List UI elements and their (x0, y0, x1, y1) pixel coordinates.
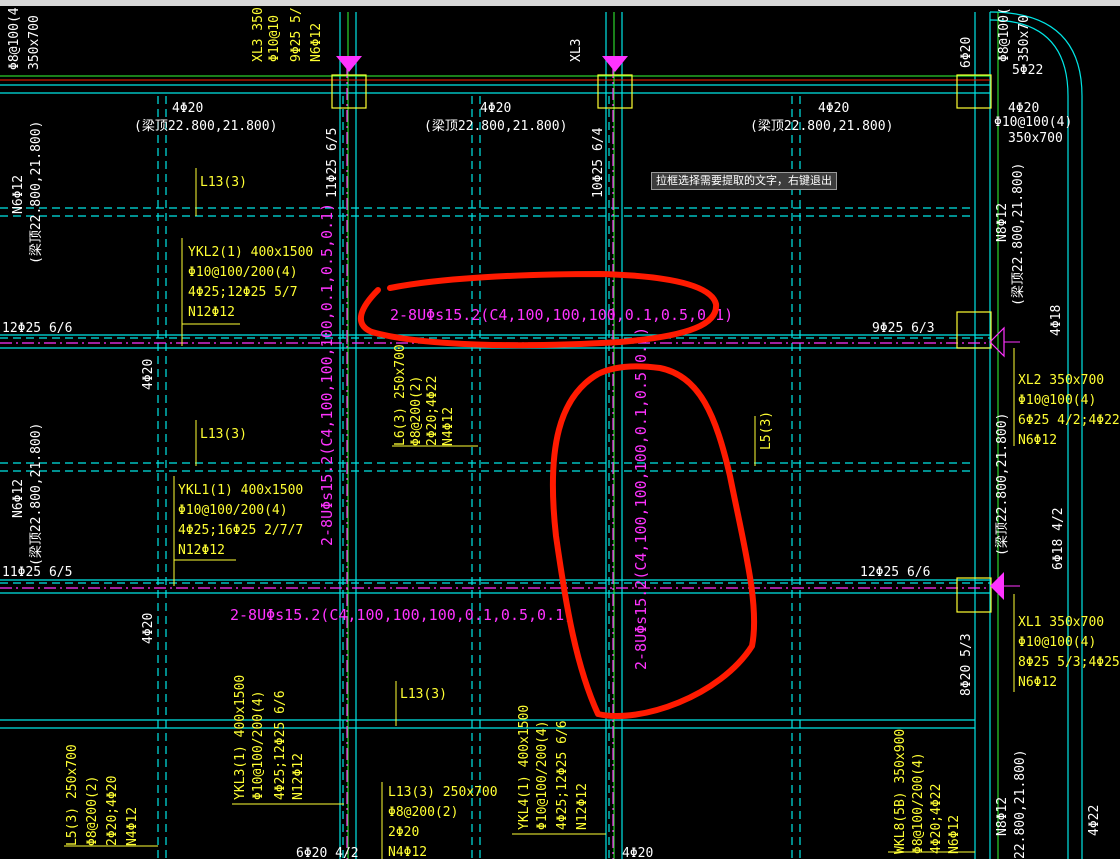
top-4phi20-c: 4Φ20 (818, 101, 849, 116)
l13d-main: 2Φ20 (388, 825, 419, 840)
ykl2-waist: N12Φ12 (188, 305, 235, 320)
cad-drawing-canvas[interactable]: XL3 350 Φ10@10 9Φ25 5/ N6Φ12 Φ8@100(4) 3… (0, 6, 1120, 859)
xl1-stirrup: Φ10@100(4) (1018, 635, 1096, 650)
ykl3-stirrup: Φ10@100/200(4) (251, 690, 266, 800)
xl1-main: 8Φ25 5/3;4Φ25 (1018, 655, 1120, 670)
top-4phi20-b: 4Φ20 (480, 101, 511, 116)
xl1-waist: N6Φ12 (1018, 675, 1057, 690)
ykl4-waist: N12Φ12 (575, 783, 590, 830)
markup-ellipse-vertical (549, 363, 758, 720)
wkl8-waist: N6Φ12 (947, 815, 962, 854)
prestress-horizontal-1: 2-8UΦs15.2(C4,100,100,100,0.1,0.5,0.1) (390, 306, 733, 324)
l5b-waist: N4Φ12 (125, 807, 140, 846)
beam-elevation-a: (梁顶22.800,21.800) (134, 119, 277, 134)
l13d-waist: N4Φ12 (388, 845, 427, 859)
left-elevation-2: (梁顶22.800,21.800) (29, 423, 44, 566)
right-elevation-2: (梁顶22.800,21.800) (995, 413, 1010, 556)
ykl1-stirrup: Φ10@100/200(4) (178, 503, 288, 518)
xl2-main: 6Φ25 4/2;4Φ22 (1018, 413, 1120, 428)
xl2-name: XL2 350x700 (1018, 373, 1104, 388)
ykl3-name: YKL3(1) 400x1500 (233, 675, 248, 800)
beam-elevation-c: (梁顶22.800,21.800) (750, 119, 893, 134)
xl2-waist: N6Φ12 (1018, 433, 1057, 448)
right-6phi20: 6Φ20 (959, 37, 974, 68)
bottom-elevation: 22.800,21.800) (1013, 749, 1028, 859)
right-12phi25: 12Φ25 6/6 (860, 565, 930, 580)
ykl2-stirrup: Φ10@100/200(4) (188, 265, 298, 280)
left-12phi25: 12Φ25 6/6 (2, 321, 72, 336)
xl1-name: XL1 350x700 (1018, 615, 1104, 630)
bottom-n8: N8Φ12 (995, 797, 1010, 836)
bottom-4phi22: 4Φ22 (1087, 805, 1102, 836)
l13-label-a: L13(3) (200, 175, 247, 190)
l13-label-c: L13(3) (400, 687, 447, 702)
xl3-top-label: XL3 350 (251, 7, 266, 62)
l6-waist: N4Φ12 (441, 407, 456, 446)
right-5phi22: 5Φ22 (1012, 63, 1043, 78)
left-top-size: 350x700 (27, 15, 42, 70)
ykl1-main: 4Φ25;16Φ25 2/7/7 (178, 523, 303, 538)
ykl2-main: 4Φ25;12Φ25 5/7 (188, 285, 298, 300)
right-6phi18: 6Φ18 4/2 (1051, 507, 1066, 570)
right-9phi25: 9Φ25 6/3 (872, 321, 935, 336)
ykl3-main: 4Φ25;12Φ25 6/6 (273, 690, 288, 800)
wkl8-stirrup: Φ8@100/200(4) (911, 752, 926, 854)
xl3-top-waist: N6Φ12 (309, 23, 324, 62)
right-4phi20: 4Φ20 (1008, 101, 1039, 116)
bottom-4phi20: 4Φ20 (622, 846, 653, 859)
l13d-stirrup: Φ8@200(2) (388, 805, 458, 820)
ykl2-name: YKL2(1) 400x1500 (188, 245, 313, 260)
l5b-stirrup: Φ8@200(2) (85, 776, 100, 846)
secondary-beams (0, 96, 990, 859)
right-4phi18: 4Φ18 (1049, 305, 1064, 336)
ykl3-waist: N12Φ12 (291, 753, 306, 800)
extract-text-tooltip: 拉框选择需要提取的文字，右键退出 (651, 172, 837, 190)
ykl4-name: YKL4(1) 400x1500 (517, 705, 532, 830)
left-elevation-1: (梁顶22.800,21.800) (29, 121, 44, 264)
l6-stirrup: Φ8@200(2) (409, 376, 424, 446)
xl3-top-stirrup: Φ10@10 (267, 15, 282, 62)
l5-label: L5(3) (759, 411, 774, 450)
right-xl-stirrup: Φ10@100(4) (994, 115, 1072, 130)
l5b-name: L5(3) 250x700 (65, 744, 80, 846)
right-top-stirrup: Φ8@100( (997, 7, 1012, 62)
left-n6-1: N6Φ12 (11, 175, 26, 214)
left-n6-2: N6Φ12 (11, 479, 26, 518)
right-top-size: 350x70 (1017, 15, 1032, 62)
left-top-stirrup: Φ8@100(4) (7, 6, 22, 70)
vertical-4phi20-left: 4Φ20 (141, 359, 156, 390)
ykl1-waist: N12Φ12 (178, 543, 225, 558)
l13d-name: L13(3) 250x700 (388, 785, 498, 800)
beam-elevation-b: (梁顶22.800,21.800) (424, 119, 567, 134)
bottom-6phi20: 6Φ20 4/2 (296, 846, 359, 859)
wkl8-main: 4Φ20;4Φ22 (929, 784, 944, 854)
ykl4-stirrup: Φ10@100/200(4) (535, 720, 550, 830)
right-8phi20: 8Φ20 5/3 (959, 633, 974, 696)
right-elevation-1: (梁顶22.800,21.800) (1011, 163, 1026, 306)
l6-main: 2Φ20;4Φ22 (425, 376, 440, 446)
vertical-4phi20-b: 4Φ20 (141, 613, 156, 644)
right-n8-1: N8Φ12 (995, 203, 1010, 242)
xl2-stirrup: Φ10@100(4) (1018, 393, 1096, 408)
xl3-mid-label: XL3 (569, 39, 584, 62)
l13-label-b: L13(3) (200, 427, 247, 442)
top-4phi20-a: 4Φ20 (172, 101, 203, 116)
l6-name: L6(3) 250x700 (393, 344, 408, 446)
ykl4-main: 4Φ25;12Φ25 6/6 (555, 720, 570, 830)
vertical-10phi25: 10Φ25 6/4 (591, 127, 606, 198)
right-xl-size: 350x700 (1008, 131, 1063, 146)
prestress-vertical-1: 2-8UΦs15.2(C4,100,100,100,0.1,0.5,0.1) (318, 203, 336, 546)
prestress-vertical-2: 2-8UΦs15.2(C4,100,100,100,0.1,0.5,0.1) (632, 327, 650, 670)
xl3-top-main: 9Φ25 5/ (289, 7, 304, 62)
left-11phi25: 11Φ25 6/5 (2, 565, 72, 580)
wkl8-name: WKL8(5B) 350x900 (893, 729, 908, 854)
vertical-11phi25: 11Φ25 6/5 (325, 128, 340, 198)
prestress-horizontal-2: 2-8UΦs15.2(C4,100,100,100,0.1,0.5,0.1) (230, 606, 573, 624)
l5b-main: 2Φ20;4Φ20 (105, 776, 120, 846)
ykl1-name: YKL1(1) 400x1500 (178, 483, 303, 498)
